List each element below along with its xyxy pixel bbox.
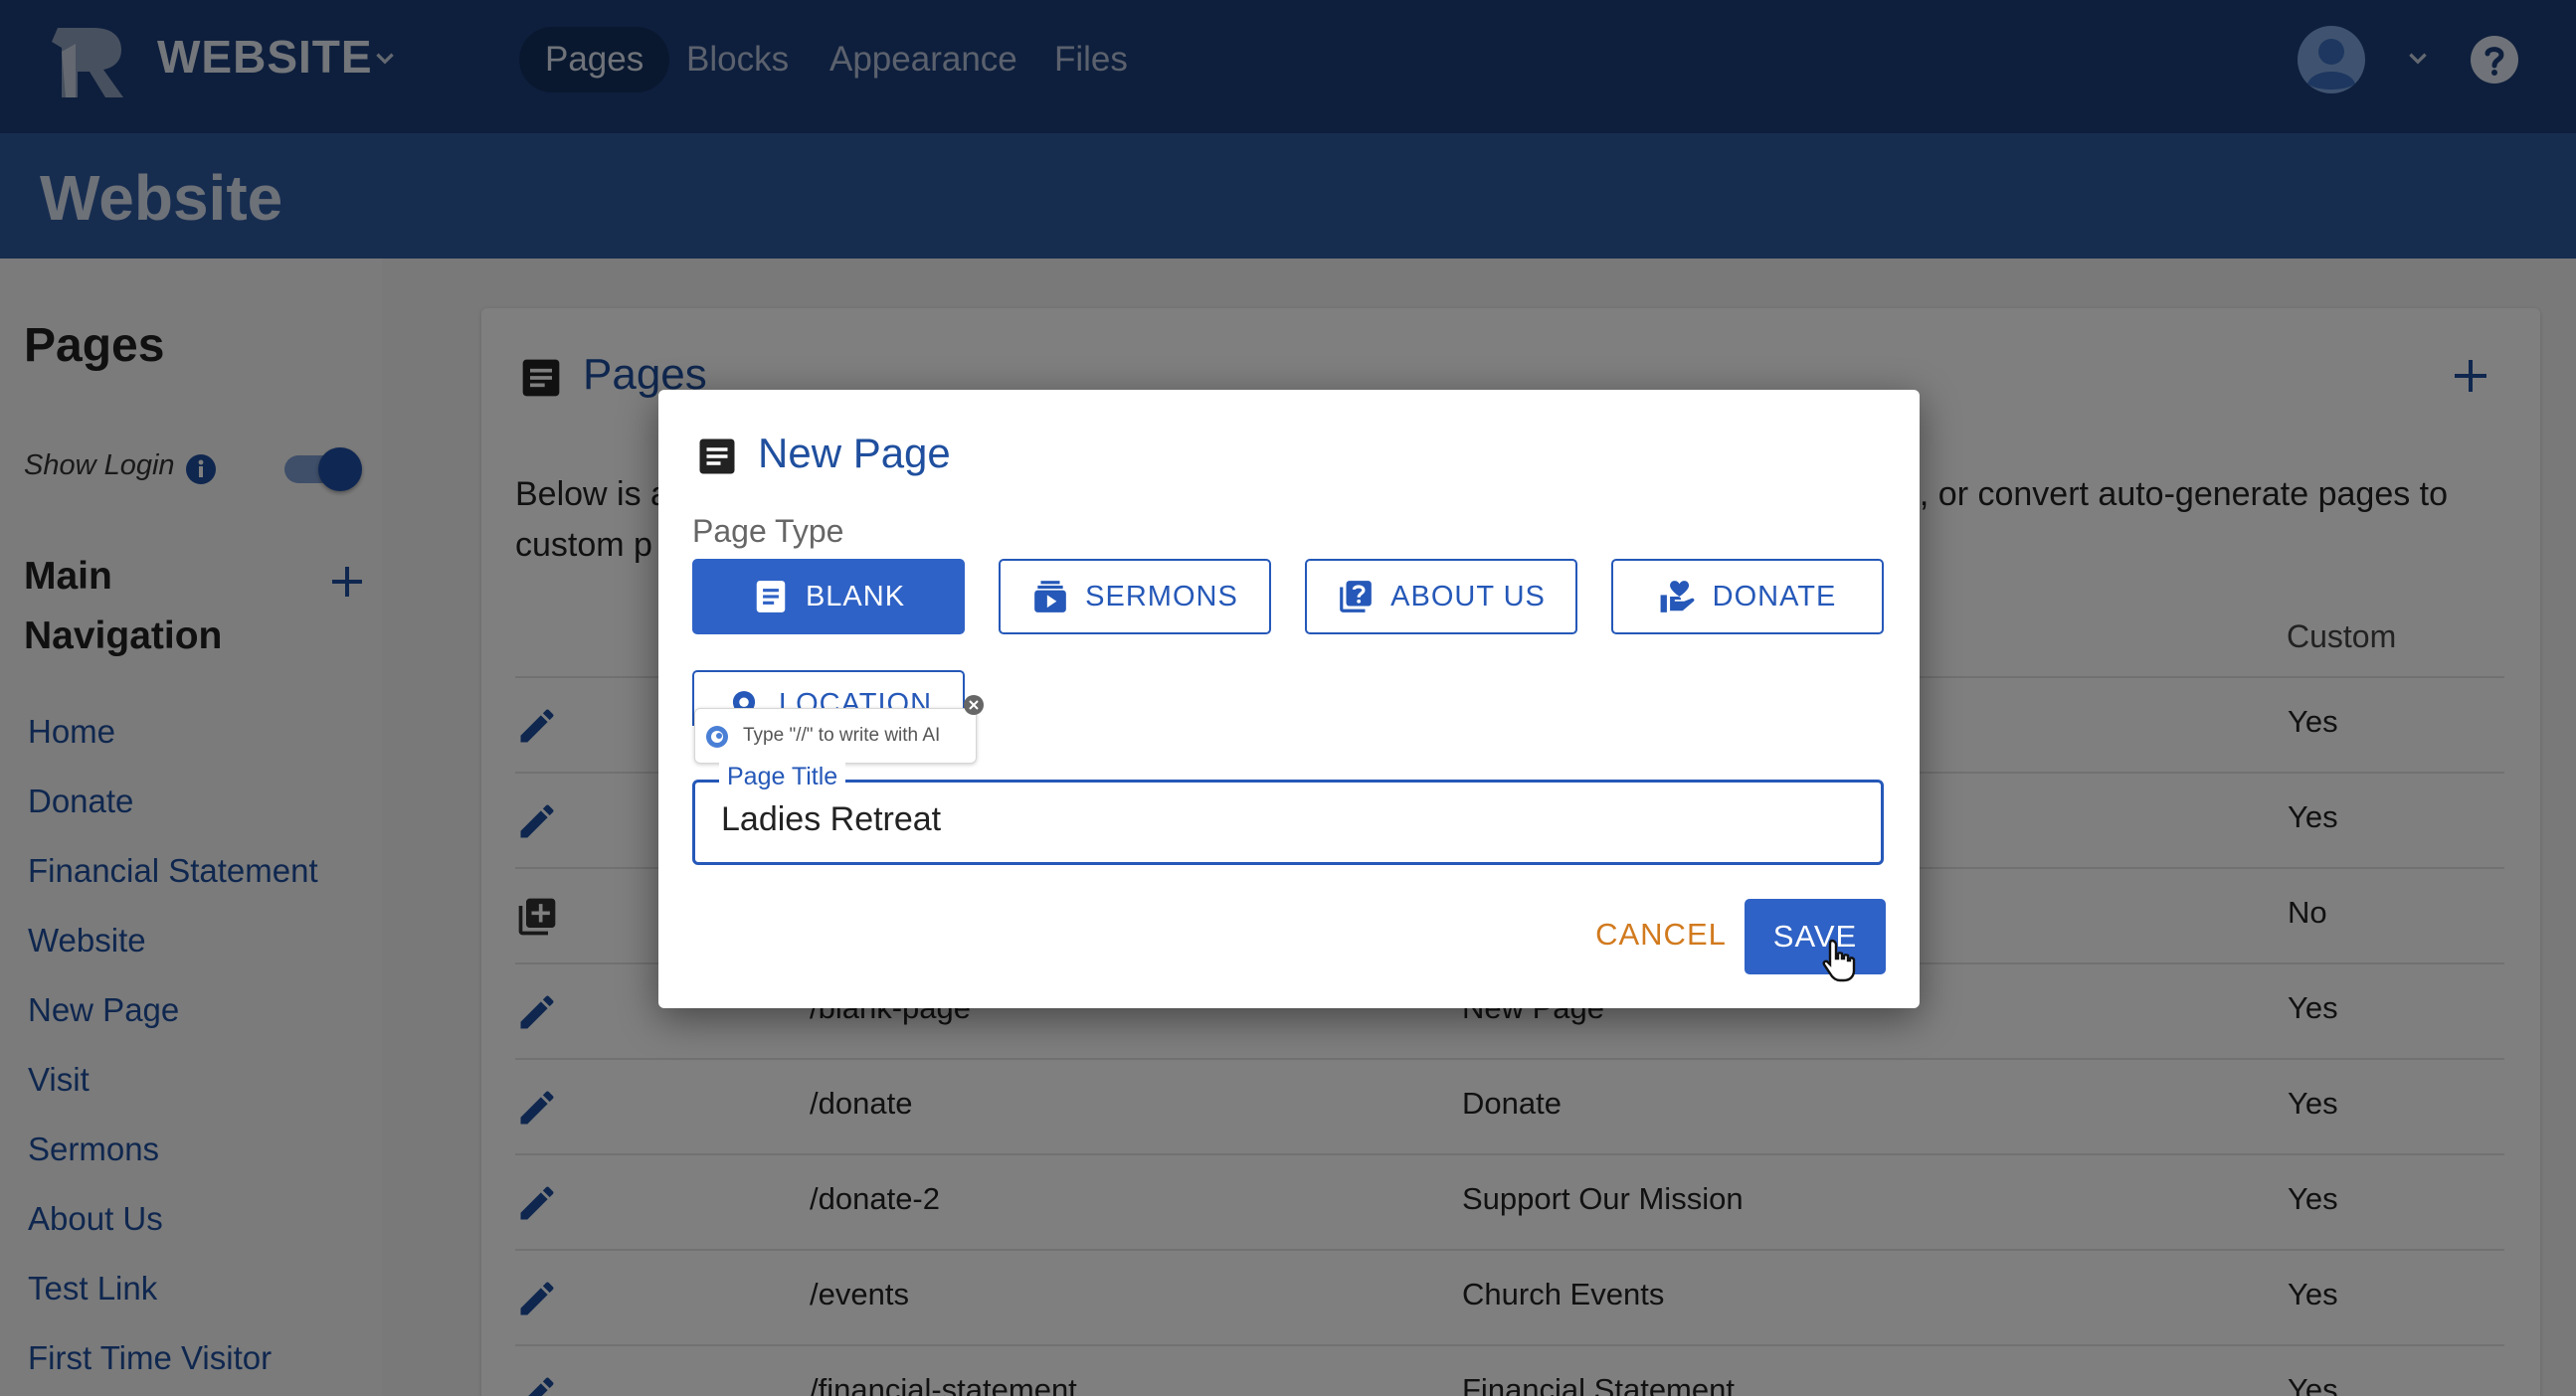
cancel-button[interactable]: CANCEL	[1581, 897, 1741, 972]
sermons-icon	[1034, 581, 1067, 612]
close-icon[interactable]	[963, 694, 985, 716]
page-type-label: Page Type	[692, 513, 844, 549]
ai-writing-tooltip[interactable]: Type "//" to write with AI	[694, 708, 977, 764]
button-label: ABOUT US	[1390, 580, 1546, 612]
document-icon	[699, 438, 735, 474]
page-type-about-us-button[interactable]: ABOUT US	[1305, 559, 1577, 634]
ai-tooltip-text: Type "//" to write with AI	[743, 725, 941, 746]
button-label: DONATE	[1712, 580, 1837, 612]
donate-hand-icon	[1660, 581, 1695, 612]
page-type-blank-button[interactable]: BLANK	[692, 559, 965, 634]
new-page-dialog: New Page Page Type BLANK SERMONS ABOUT U…	[658, 390, 1920, 1008]
button-label: BLANK	[805, 580, 906, 612]
page-type-donate-button[interactable]: DONATE	[1611, 559, 1884, 634]
page-title-input[interactable]	[721, 800, 1855, 839]
question-book-icon	[1340, 581, 1372, 612]
document-icon	[756, 581, 786, 612]
page-title-field: Page Title	[692, 763, 1884, 865]
ai-assistant-icon	[706, 726, 728, 748]
page-type-sermons-button[interactable]: SERMONS	[999, 559, 1271, 634]
dialog-title: New Page	[758, 430, 951, 476]
save-button[interactable]: SAVE	[1745, 899, 1886, 974]
page-title-label: Page Title	[719, 763, 846, 791]
button-label: SERMONS	[1085, 580, 1238, 612]
hand-cursor-icon	[1822, 939, 1856, 982]
